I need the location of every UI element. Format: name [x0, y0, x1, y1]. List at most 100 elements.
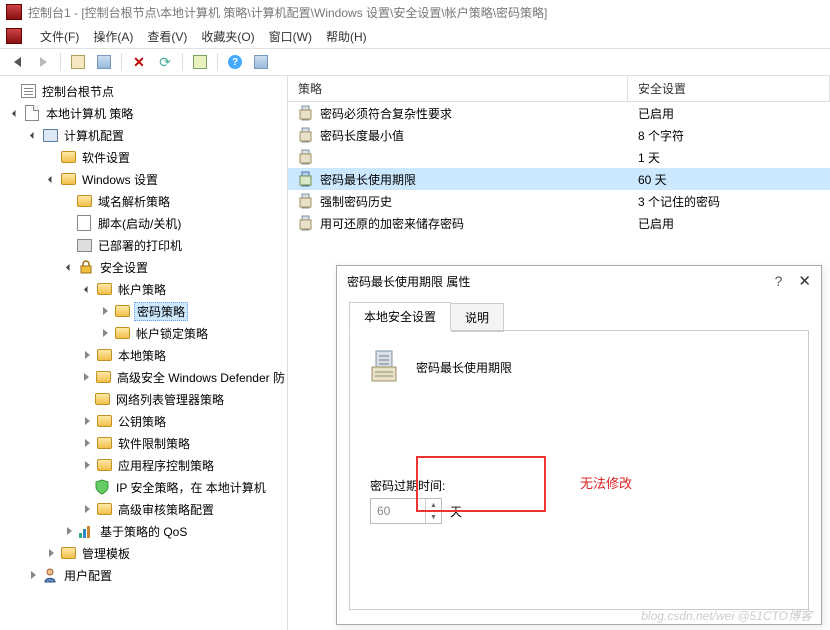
menu-window[interactable]: 窗口(W)	[269, 28, 312, 45]
menu-help[interactable]: 帮助(H)	[326, 28, 367, 45]
menu-view[interactable]: 查看(V)	[147, 28, 187, 45]
expander-icon[interactable]	[80, 348, 94, 362]
expander-icon[interactable]	[80, 458, 94, 472]
toolbar-separator	[60, 53, 61, 71]
chart-icon	[78, 523, 94, 539]
tree-network-list[interactable]: 网络列表管理器策略	[0, 388, 287, 410]
folder-icon	[96, 501, 112, 517]
tree-admin-templates[interactable]: 管理模板	[0, 542, 287, 564]
tree-app-control[interactable]: 应用程序控制策略	[0, 454, 287, 476]
folder-icon	[96, 369, 111, 385]
expander-icon[interactable]	[44, 172, 58, 186]
panel-icon	[97, 55, 111, 69]
forward-button[interactable]	[32, 51, 54, 73]
folder-icon	[96, 347, 112, 363]
expander-icon[interactable]	[98, 304, 112, 318]
expander-icon[interactable]	[44, 150, 58, 164]
list-row[interactable]: 1 天	[288, 146, 830, 168]
expander-icon[interactable]	[4, 84, 18, 98]
tree-software-settings[interactable]: 软件设置	[0, 146, 287, 168]
expander-icon[interactable]	[80, 414, 94, 428]
tree-software-restriction[interactable]: 软件限制策略	[0, 432, 287, 454]
tree-root[interactable]: 控制台根节点	[0, 80, 287, 102]
folder-icon	[114, 325, 130, 341]
app-icon	[6, 4, 22, 20]
properties-icon	[254, 55, 268, 69]
expander-icon[interactable]	[44, 546, 58, 560]
help-icon: ?	[228, 55, 242, 69]
column-header-policy[interactable]: 策略	[288, 76, 628, 101]
tree-defender[interactable]: 高级安全 Windows Defender 防	[0, 366, 287, 388]
tree-windows-settings[interactable]: Windows 设置	[0, 168, 287, 190]
list-row[interactable]: 强制密码历史 3 个记住的密码	[288, 190, 830, 212]
expander-icon[interactable]	[80, 370, 94, 384]
column-header-setting[interactable]: 安全设置	[628, 76, 830, 101]
tab-explain[interactable]: 说明	[451, 303, 504, 332]
back-button[interactable]	[6, 51, 28, 73]
tree-public-key[interactable]: 公钥策略	[0, 410, 287, 432]
spinner-down-button[interactable]: ▼	[426, 511, 441, 523]
expander-icon[interactable]	[80, 502, 94, 516]
list-row-selected[interactable]: 密码最长使用期限 60 天	[288, 168, 830, 190]
list-header: 策略 安全设置	[288, 76, 830, 102]
dialog-help-button[interactable]: ?	[775, 273, 783, 289]
computer-icon	[42, 127, 58, 143]
folder-up-icon	[71, 55, 85, 69]
list-row[interactable]: 用可还原的加密来储存密码 已启用	[288, 212, 830, 234]
menu-action[interactable]: 操作(A)	[93, 28, 133, 45]
expander-icon[interactable]	[8, 106, 22, 120]
export-button[interactable]	[189, 51, 211, 73]
tree-panel[interactable]: 控制台根节点 本地计算机 策略 计算机配置 软件设置 Windows 设置 域名…	[0, 76, 288, 630]
expander-icon[interactable]	[80, 282, 94, 296]
up-button[interactable]	[67, 51, 89, 73]
expander-icon[interactable]	[26, 568, 40, 582]
list-row[interactable]: 密码长度最小值 8 个字符	[288, 124, 830, 146]
expander-icon[interactable]	[98, 326, 112, 340]
tree-security-settings[interactable]: 安全设置	[0, 256, 287, 278]
properties-button[interactable]	[250, 51, 272, 73]
tree-lockout-policy[interactable]: 帐户锁定策略	[0, 322, 287, 344]
show-hide-tree-button[interactable]	[93, 51, 115, 73]
x-icon: ✕	[133, 54, 145, 71]
delete-button[interactable]: ✕	[128, 51, 150, 73]
tree-name-resolution[interactable]: 域名解析策略	[0, 190, 287, 212]
toolbar-separator	[121, 53, 122, 71]
tree-user-config[interactable]: 用户配置	[0, 564, 287, 586]
folder-icon	[114, 303, 130, 319]
tab-local-security[interactable]: 本地安全设置	[349, 302, 451, 331]
dialog-body: 密码最长使用期限 密码过期时间: ▲ ▼ 天 无法修改	[349, 330, 809, 610]
tree-deployed-printers[interactable]: 已部署的打印机	[0, 234, 287, 256]
toolbar-separator	[217, 53, 218, 71]
list-body: 密码必须符合复杂性要求 已启用 密码长度最小值 8 个字符 1 天 密码最长使用…	[288, 102, 830, 234]
list-row[interactable]: 密码必须符合复杂性要求 已启用	[288, 102, 830, 124]
script-icon	[76, 215, 92, 231]
annotation-label: 无法修改	[580, 473, 632, 492]
export-icon	[193, 55, 207, 69]
tree-local-policies[interactable]: 本地策略	[0, 344, 287, 366]
menu-favorites[interactable]: 收藏夹(O)	[201, 28, 254, 45]
tree-policy-qos[interactable]: 基于策略的 QoS	[0, 520, 287, 542]
window-title: 控制台1 - [控制台根节点\本地计算机 策略\计算机配置\Windows 设置…	[28, 4, 547, 21]
help-button[interactable]: ?	[224, 51, 246, 73]
tree-password-policy[interactable]: 密码策略	[0, 300, 287, 322]
tree-local-policy[interactable]: 本地计算机 策略	[0, 102, 287, 124]
tree-advanced-audit[interactable]: 高级审核策略配置	[0, 498, 287, 520]
policy-item-icon	[298, 149, 314, 165]
tree-scripts[interactable]: 脚本(启动/关机)	[0, 212, 287, 234]
refresh-button[interactable]: ⟳	[154, 51, 176, 73]
dialog-close-button[interactable]: ✕	[798, 272, 811, 290]
tree-computer-config[interactable]: 计算机配置	[0, 124, 287, 146]
menu-file[interactable]: 文件(F)	[40, 28, 79, 45]
properties-dialog: 密码最长使用期限 属性 ? ✕ 本地安全设置 说明 密码最长使用期限 密码过期时…	[336, 265, 822, 625]
expander-icon[interactable]	[26, 128, 40, 142]
policy-item-icon	[298, 105, 314, 121]
printer-icon	[76, 237, 92, 253]
dialog-policy-header: 密码最长使用期限	[370, 349, 788, 385]
tree-account-policies[interactable]: 帐户策略	[0, 278, 287, 300]
title-bar: 控制台1 - [控制台根节点\本地计算机 策略\计算机配置\Windows 设置…	[0, 0, 830, 24]
console-root-icon	[20, 83, 36, 99]
expander-icon[interactable]	[80, 436, 94, 450]
expander-icon[interactable]	[62, 524, 76, 538]
tree-ip-security[interactable]: IP 安全策略，在 本地计算机	[0, 476, 287, 498]
expander-icon[interactable]	[62, 260, 76, 274]
